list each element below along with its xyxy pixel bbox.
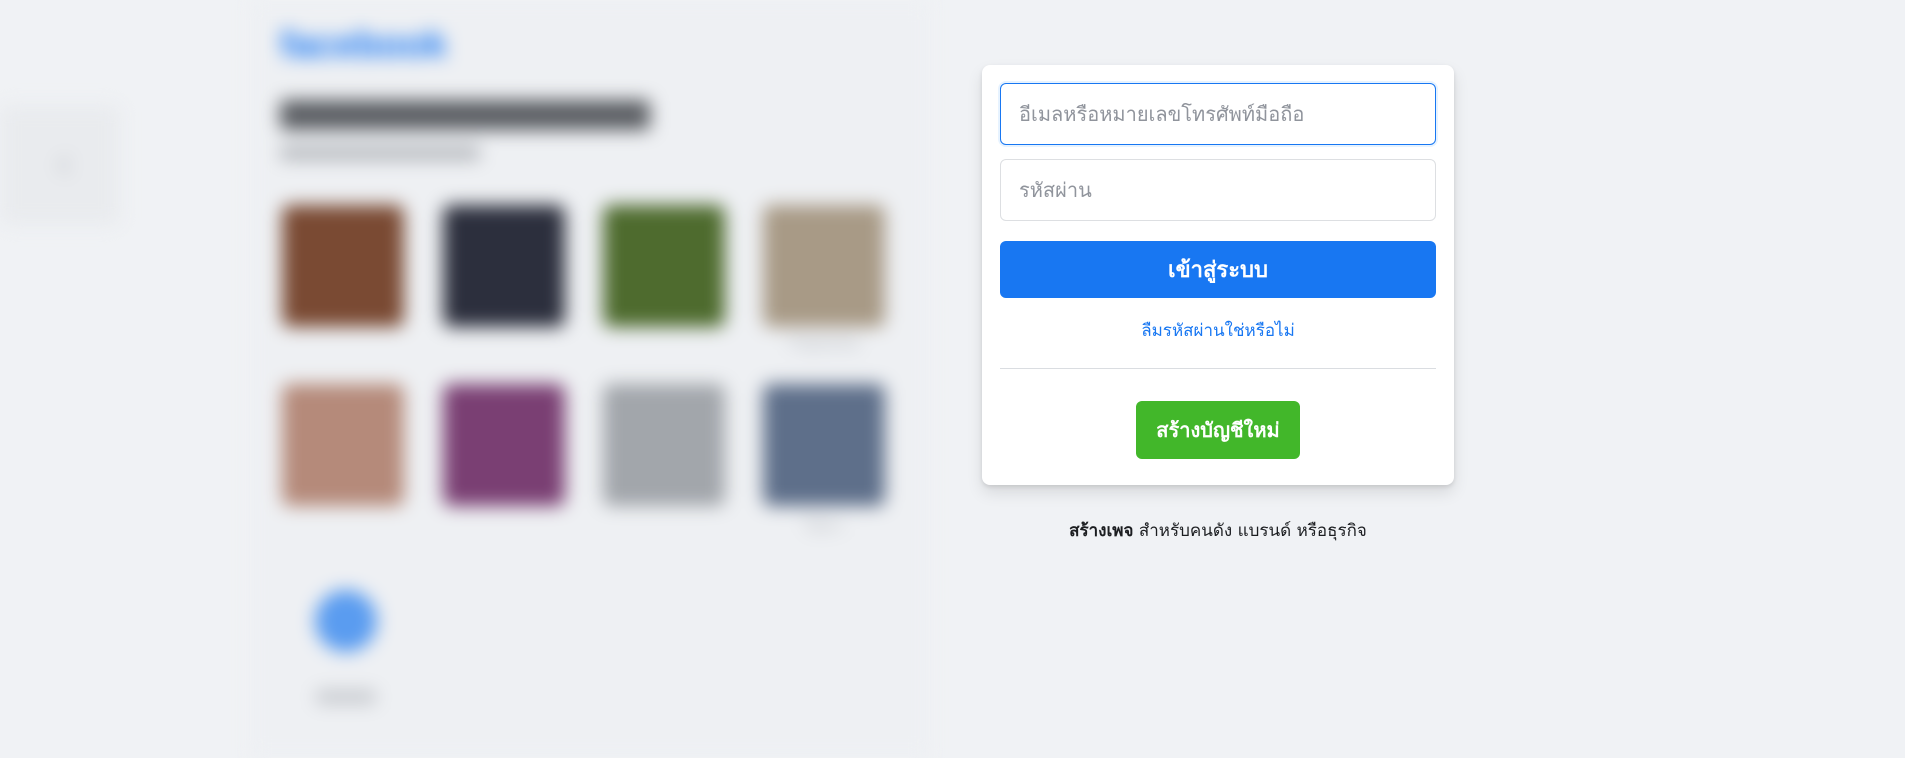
forgot-password-link[interactable]: ลืมรหัสผ่านใช่หรือไม่ — [1000, 317, 1436, 344]
email-field[interactable] — [1000, 83, 1436, 145]
create-page-description: สำหรับคนดัง แบรนด์ หรือธุรกิจ — [1133, 521, 1367, 541]
recent-logins-subtitle — [280, 146, 480, 160]
recent-logins-heading — [280, 100, 650, 130]
create-page-link[interactable]: สร้างเพจ — [1069, 521, 1133, 541]
create-page-text: สร้างเพจ สำหรับคนดัง แบรนด์ หรือธุรกิจ — [982, 517, 1454, 544]
recent-login-tile — [282, 384, 404, 506]
divider — [1000, 368, 1436, 369]
recent-login-tile — [603, 205, 725, 327]
login-page: ‹ facebook Papissha ไม้ทา เข้าสู่ระบบ ลืม… — [0, 0, 1905, 758]
chevron-left-icon: ‹ — [55, 138, 73, 189]
recent-login-tile — [603, 384, 725, 506]
recent-login-tile — [443, 205, 565, 327]
recent-login-tile — [763, 384, 885, 506]
add-account-icon — [315, 590, 377, 652]
login-card: เข้าสู่ระบบ ลืมรหัสผ่านใช่หรือไม่ สร้างบ… — [982, 65, 1454, 485]
recent-login-tile — [763, 205, 885, 327]
blurred-background: ‹ facebook Papissha ไม้ทา — [0, 0, 1905, 758]
password-field[interactable] — [1000, 159, 1436, 221]
create-account-button[interactable]: สร้างบัญชีใหม่ — [1136, 401, 1300, 459]
add-account-label — [316, 690, 376, 704]
recent-login-tile — [282, 205, 404, 327]
facebook-logo: facebook — [280, 24, 447, 66]
create-account-wrap: สร้างบัญชีใหม่ — [1000, 401, 1436, 459]
recent-login-name: ไม้ทา — [803, 516, 845, 535]
recent-login-tile — [443, 384, 565, 506]
login-button[interactable]: เข้าสู่ระบบ — [1000, 241, 1436, 298]
recent-login-name: Papissha — [789, 333, 859, 352]
